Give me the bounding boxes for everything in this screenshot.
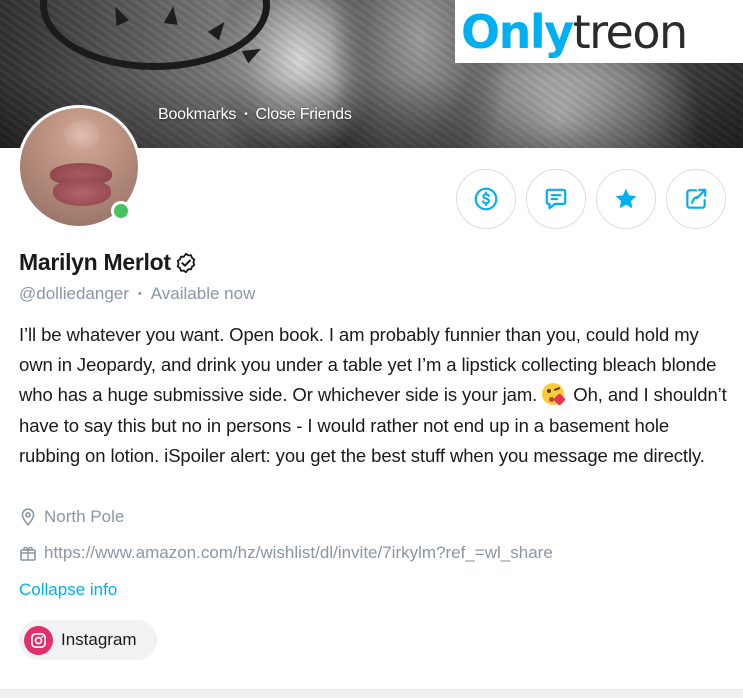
spike-2: [163, 5, 181, 25]
share-button[interactable]: [666, 169, 726, 229]
brand-logo: Only treon: [455, 0, 743, 63]
bookmarks-link[interactable]: Bookmarks: [158, 106, 236, 123]
location-pin-icon: [19, 508, 37, 526]
collapse-info-link[interactable]: Collapse info: [19, 580, 117, 600]
location-row: North Pole: [19, 507, 124, 527]
dollar-circle-icon: [474, 187, 498, 211]
profile-name-row: Marilyn Merlot: [19, 249, 198, 276]
verified-badge-icon: [174, 251, 198, 275]
close-friends-link[interactable]: Close Friends: [256, 106, 352, 123]
separator-dot: •: [244, 109, 248, 120]
brand-logo-part1: Only: [461, 4, 574, 59]
profile-bio: I’ll be whatever you want. Open book. I …: [19, 320, 731, 471]
tip-button[interactable]: [456, 169, 516, 229]
message-icon: [545, 188, 567, 210]
instagram-icon: [24, 625, 53, 655]
availability-status: Available now: [150, 284, 256, 303]
location-text: North Pole: [44, 507, 125, 526]
username[interactable]: @dolliedanger: [19, 284, 129, 303]
profile-meta: @dolliedanger • Available now: [19, 284, 255, 304]
avatar-nose: [64, 120, 100, 150]
profile-name: Marilyn Merlot: [19, 249, 171, 275]
wishlist-row: https://www.amazon.com/hz/wishlist/dl/in…: [19, 543, 553, 563]
brand-logo-part2: treon: [572, 4, 689, 59]
bottom-divider: [0, 689, 743, 698]
instagram-label: Instagram: [61, 630, 137, 649]
star-icon: [615, 188, 637, 209]
separator-dot: •: [137, 288, 142, 300]
instagram-button[interactable]: Instagram: [19, 620, 157, 660]
online-status-dot: [111, 201, 131, 221]
kiss-emoji-icon: [542, 383, 567, 407]
wishlist-link[interactable]: https://www.amazon.com/hz/wishlist/dl/in…: [44, 543, 553, 563]
cover-links: Bookmarks • Close Friends: [158, 106, 352, 124]
message-button[interactable]: [526, 169, 586, 229]
favorite-button[interactable]: [596, 169, 656, 229]
gift-icon: [19, 544, 37, 562]
share-icon: [686, 188, 707, 209]
avatar-lip-bottom: [53, 180, 111, 206]
